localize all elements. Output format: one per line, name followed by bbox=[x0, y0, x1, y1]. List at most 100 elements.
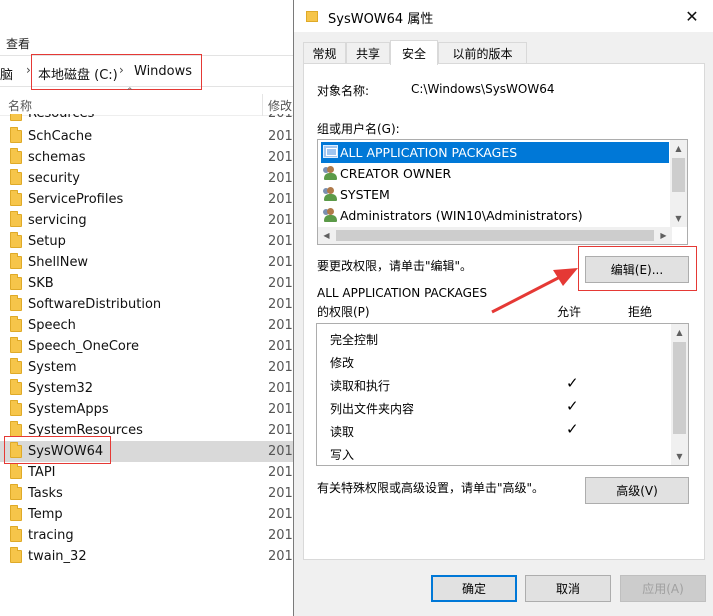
permission-name: 修改 bbox=[330, 356, 355, 370]
folder-icon bbox=[10, 337, 22, 353]
folder-name: Speech_OneCore bbox=[28, 339, 139, 354]
folder-name: Speech bbox=[28, 318, 76, 333]
permission-name: 完全控制 bbox=[330, 333, 379, 347]
folder-name: ServiceProfiles bbox=[28, 192, 124, 207]
permission-name: 读取和执行 bbox=[330, 379, 391, 393]
folder-row[interactable]: System 2015 bbox=[0, 357, 301, 378]
folder-row[interactable]: servicing 2015 bbox=[0, 210, 301, 231]
folder-row[interactable]: Temp 2018 bbox=[0, 504, 301, 525]
folder-row[interactable]: SKB 2015 bbox=[0, 273, 301, 294]
folder-row[interactable]: ShellNew 2015 bbox=[0, 252, 301, 273]
permissions-listbox: 写入 读取 ✓ 列出文件夹内容 ✓ 读取和执行 ✓ 修改 完全控制 ▲ ▼ bbox=[316, 323, 689, 466]
object-name-label: 对象名称: bbox=[317, 84, 370, 98]
folder-name: Temp bbox=[28, 507, 63, 522]
column-header-name[interactable]: 名称 bbox=[8, 97, 32, 114]
scroll-thumb[interactable] bbox=[672, 158, 685, 192]
permission-row: 写入 bbox=[317, 442, 672, 465]
cancel-button[interactable]: 取消 bbox=[525, 575, 611, 602]
folder-icon bbox=[10, 114, 22, 121]
folder-list: Resources2019SchCache2015schemas2015secu… bbox=[0, 114, 301, 567]
advanced-button[interactable]: 高级(V) bbox=[585, 477, 689, 504]
list-item-system[interactable]: SYSTEM bbox=[321, 184, 669, 205]
folder-row[interactable]: Tasks 2018 bbox=[0, 483, 301, 504]
scroll-thumb[interactable] bbox=[673, 342, 686, 434]
permission-name: 列出文件夹内容 bbox=[330, 402, 415, 416]
column-divider[interactable] bbox=[262, 94, 263, 116]
scroll-down-icon[interactable]: ▼ bbox=[671, 448, 688, 465]
folder-icon bbox=[10, 169, 22, 185]
annotation-box-edit-button bbox=[578, 246, 697, 291]
tab-sharing[interactable]: 共享 bbox=[346, 42, 390, 64]
allow-check-icon: ✓ bbox=[566, 420, 579, 438]
folder-row[interactable]: Setup 2015 bbox=[0, 231, 301, 252]
dialog-title: SysWOW64 属性 bbox=[328, 12, 434, 27]
permissions-title-line2: 的权限(P) bbox=[317, 305, 370, 319]
folder-name: Setup bbox=[28, 234, 66, 249]
tab-security[interactable]: 安全 bbox=[390, 40, 438, 65]
folder-row[interactable]: Speech 2015 bbox=[0, 315, 301, 336]
object-name-value: C:\Windows\SysWOW64 bbox=[411, 82, 555, 96]
dialog-titlebar[interactable]: SysWOW64 属性 ✕ bbox=[294, 0, 713, 32]
folder-icon bbox=[10, 316, 22, 332]
folder-name: SchCache bbox=[28, 129, 93, 144]
folder-row[interactable]: SchCache 2015 bbox=[0, 126, 301, 147]
list-item-creator-owner[interactable]: CREATOR OWNER bbox=[321, 163, 669, 184]
folder-row[interactable]: SoftwareDistribution 2018 bbox=[0, 294, 301, 315]
users-icon bbox=[323, 166, 338, 180]
groups-horizontal-scrollbar[interactable]: ◀ ▶ bbox=[318, 227, 672, 244]
folder-row[interactable]: Speech_OneCore 2015 bbox=[0, 336, 301, 357]
folder-icon bbox=[10, 547, 22, 563]
column-header-modified[interactable]: 修改 bbox=[268, 97, 292, 114]
close-button[interactable]: ✕ bbox=[670, 0, 713, 32]
folder-row[interactable]: TAPI 2015 bbox=[0, 462, 301, 483]
folder-row[interactable]: Resources2019 bbox=[0, 114, 300, 126]
scroll-up-icon[interactable]: ▲ bbox=[670, 140, 687, 157]
groups-vertical-scrollbar[interactable]: ▲ ▼ bbox=[670, 140, 687, 227]
folder-name: Tasks bbox=[28, 486, 63, 501]
close-icon: ✕ bbox=[685, 6, 699, 26]
tab-previous-versions[interactable]: 以前的版本 bbox=[438, 42, 527, 64]
scroll-up-icon[interactable]: ▲ bbox=[671, 324, 688, 341]
permission-row: 读取 ✓ bbox=[317, 419, 672, 442]
folder-icon bbox=[10, 526, 22, 542]
list-item-all-application-packages[interactable]: ALL APPLICATION PACKAGES bbox=[321, 142, 669, 163]
permission-name: 读取 bbox=[330, 425, 355, 439]
folder-row[interactable]: security 2015 bbox=[0, 168, 301, 189]
permissions-vertical-scrollbar[interactable]: ▲ ▼ bbox=[671, 324, 688, 465]
ribbon-tab-view[interactable]: 查看 bbox=[6, 35, 30, 52]
folder-name: SoftwareDistribution bbox=[28, 297, 162, 312]
folder-row[interactable]: tracing 2015 bbox=[0, 525, 301, 546]
annotation-box-selected-folder bbox=[4, 436, 111, 464]
groups-label: 组或用户名(G): bbox=[317, 122, 400, 136]
scroll-down-icon[interactable]: ▼ bbox=[670, 210, 687, 227]
package-icon bbox=[323, 145, 338, 158]
folder-icon bbox=[10, 295, 22, 311]
change-permission-hint: 要更改权限，请单击"编辑"。 bbox=[317, 259, 473, 273]
permission-row: 列出文件夹内容 ✓ bbox=[317, 396, 672, 419]
scroll-left-icon[interactable]: ◀ bbox=[318, 227, 335, 244]
groups-listbox[interactable]: ALL APPLICATION PACKAGES CREATOR OWNER S… bbox=[317, 139, 688, 245]
folder-icon bbox=[10, 379, 22, 395]
allow-check-icon: ✓ bbox=[566, 397, 579, 415]
folder-row[interactable]: SystemApps 2015 bbox=[0, 399, 301, 420]
apply-button[interactable]: 应用(A) bbox=[620, 575, 706, 602]
folder-name: SystemApps bbox=[28, 402, 109, 417]
folder-row[interactable]: System32 2018 bbox=[0, 378, 301, 399]
folder-name: System bbox=[28, 360, 77, 375]
address-segment-pc[interactable]: 脑 bbox=[0, 64, 13, 83]
folder-icon bbox=[10, 484, 22, 500]
tab-general[interactable]: 常规 bbox=[303, 42, 346, 64]
folder-icon bbox=[10, 232, 22, 248]
folder-icon bbox=[10, 253, 22, 269]
scroll-thumb[interactable] bbox=[336, 230, 654, 241]
scroll-right-icon[interactable]: ▶ bbox=[655, 227, 672, 244]
list-item-administrators[interactable]: Administrators (WIN10\Administrators) bbox=[321, 205, 669, 226]
allow-column-header: 允许 bbox=[557, 305, 582, 319]
folder-name: schemas bbox=[28, 150, 86, 165]
folder-row[interactable]: twain_32 2015 bbox=[0, 546, 301, 567]
ok-button[interactable]: 确定 bbox=[431, 575, 517, 602]
folder-row[interactable]: ServiceProfiles 2018 bbox=[0, 189, 301, 210]
folder-name: SKB bbox=[28, 276, 54, 291]
folder-icon bbox=[10, 400, 22, 416]
folder-row[interactable]: schemas 2015 bbox=[0, 147, 301, 168]
